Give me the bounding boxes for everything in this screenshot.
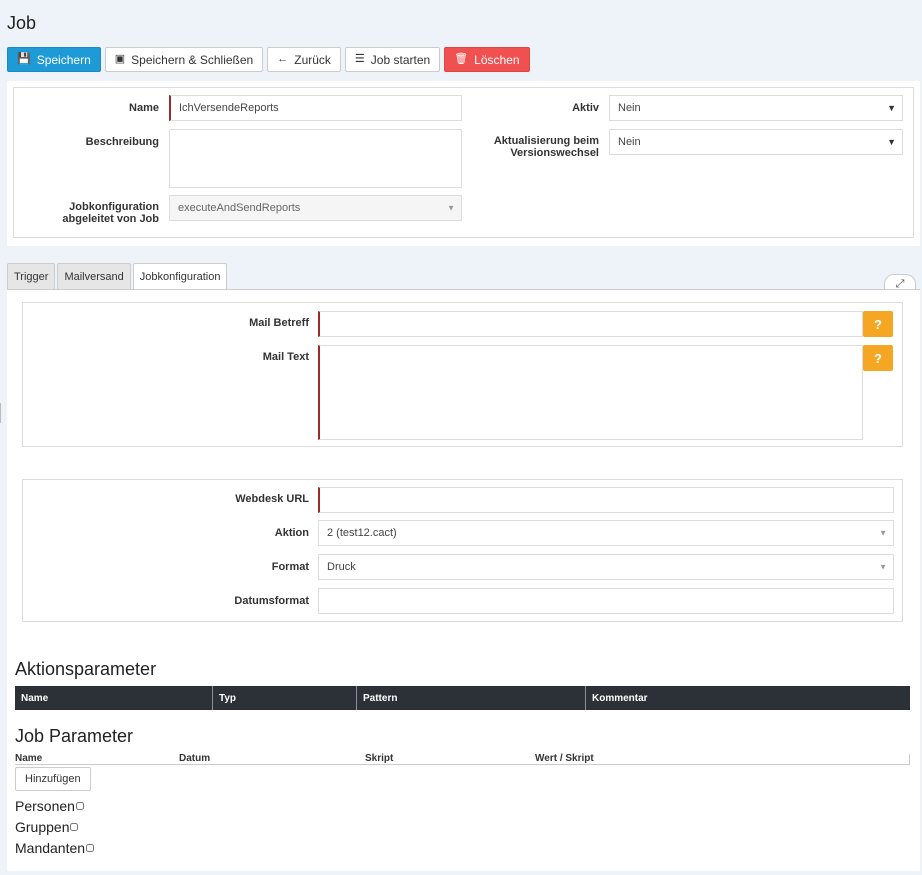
- caret-down-icon: ▼: [879, 562, 887, 572]
- jobconfig-label: Jobkonfiguration abgeleitet von Job: [40, 201, 159, 225]
- delete-button-label: Löschen: [474, 52, 520, 67]
- webdesk-url-label: Webdesk URL: [235, 493, 309, 505]
- mail-text-label: Mail Text: [262, 351, 309, 363]
- column-header[interactable]: Pattern: [357, 686, 586, 710]
- jobparameter-title: Job Parameter: [15, 726, 134, 746]
- tab-bar: Trigger Mailversand Jobkonfiguration: [7, 263, 228, 290]
- column-header: Wert / Skript: [535, 753, 594, 764]
- name-input[interactable]: IchVersendeReports: [169, 95, 462, 121]
- aktionsparameter-title: Aktionsparameter: [15, 659, 157, 679]
- aktiv-select[interactable]: Nein ▼: [609, 95, 903, 121]
- floppy-disk-icon: 💾: [17, 53, 31, 65]
- column-header: Datum: [179, 753, 211, 764]
- format-select-value: Druck: [327, 561, 356, 573]
- update-select[interactable]: Nein ▼: [609, 129, 903, 155]
- action-select-value: 2 (test12.cact): [327, 527, 397, 539]
- personen-label: Personen: [15, 798, 75, 814]
- column-header[interactable]: Typ: [213, 686, 357, 710]
- format-label: Format: [271, 561, 309, 573]
- personen-checkbox[interactable]: [75, 802, 84, 810]
- save-close-button[interactable]: ▣ Speichern & Schließen: [104, 47, 264, 72]
- archive-icon: ▣: [114, 53, 126, 65]
- name-input-value: IchVersendeReports: [179, 102, 279, 114]
- mail-subject-help-button[interactable]: ?: [863, 311, 893, 337]
- save-button[interactable]: 💾 Speichern: [7, 47, 101, 72]
- save-close-button-label: Speichern & Schließen: [131, 52, 254, 67]
- mail-subject-label: Mail Betreff: [249, 317, 309, 329]
- column-header[interactable]: Kommentar: [586, 686, 910, 710]
- date-format-input[interactable]: [318, 588, 894, 614]
- tasks-icon: ☰: [354, 53, 365, 65]
- jobparameter-table-header: Name Datum Skript Wert / Skript: [15, 754, 910, 765]
- mandanten-checkbox[interactable]: [86, 844, 95, 852]
- back-button[interactable]: ← Zurück: [267, 47, 341, 72]
- mail-text-textarea[interactable]: [318, 345, 863, 440]
- column-header[interactable]: Name: [15, 686, 213, 710]
- aktiv-label: Aktiv: [572, 102, 599, 114]
- date-format-label: Datumsformat: [234, 595, 309, 607]
- action-label: Aktion: [274, 527, 309, 539]
- caret-down-icon: ▼: [887, 103, 896, 113]
- update-label-line2: Versionswechsel: [510, 147, 599, 159]
- tab-mailversand[interactable]: Mailversand: [57, 263, 131, 289]
- toolbar: 💾 Speichern ▣ Speichern & Schließen ← Zu…: [7, 47, 530, 72]
- tab-jobkonfiguration[interactable]: Jobkonfiguration: [132, 263, 228, 290]
- mail-subject-input[interactable]: [318, 311, 863, 337]
- update-select-value: Nein: [618, 136, 641, 148]
- aktionsparameter-table-header: Name Typ Pattern Kommentar: [15, 686, 910, 710]
- caret-down-icon: ▼: [879, 528, 887, 538]
- gruppen-label: Gruppen: [15, 819, 70, 835]
- add-parameter-button[interactable]: Hinzufügen: [15, 767, 91, 791]
- page-title: Job: [7, 13, 37, 33]
- save-button-label: Speichern: [36, 52, 91, 67]
- update-label: Aktualisierung beim Versionswechsel: [470, 135, 599, 159]
- tab-trigger[interactable]: Trigger: [7, 263, 56, 289]
- column-header: Name: [15, 753, 43, 764]
- name-label: Name: [129, 102, 159, 114]
- mandanten-row: Mandanten: [15, 840, 95, 856]
- caret-down-icon: ▼: [887, 137, 896, 147]
- jobconfig-label-line2: abgeleitet von Job: [62, 213, 159, 225]
- caret-down-icon: ▼: [447, 203, 455, 213]
- jobconfig-select-value: executeAndSendReports: [178, 202, 301, 214]
- start-job-button[interactable]: ☰ Job starten: [344, 47, 441, 72]
- mail-text-help-button[interactable]: ?: [863, 345, 893, 371]
- format-select[interactable]: Druck ▼: [318, 554, 894, 580]
- trash-icon: 🗑: [454, 53, 469, 65]
- description-textarea[interactable]: [169, 129, 462, 188]
- jobconfig-select[interactable]: executeAndSendReports ▼: [169, 195, 462, 221]
- jobconfig-label-line1: Jobkonfiguration: [69, 201, 159, 213]
- start-job-button-label: Job starten: [370, 52, 431, 67]
- personen-row: Personen: [15, 798, 84, 814]
- mandanten-label: Mandanten: [15, 840, 86, 856]
- delete-button[interactable]: 🗑 Löschen: [444, 47, 530, 72]
- webdesk-url-input[interactable]: [318, 487, 894, 513]
- aktiv-select-value: Nein: [618, 102, 641, 114]
- gruppen-checkbox[interactable]: [70, 823, 79, 831]
- update-label-line1: Aktualisierung beim: [493, 135, 599, 147]
- action-select[interactable]: 2 (test12.cact) ▼: [318, 520, 894, 546]
- back-button-label: Zurück: [294, 52, 331, 67]
- description-label: Beschreibung: [85, 136, 159, 148]
- column-header: Skript: [365, 753, 394, 764]
- gruppen-row: Gruppen: [15, 819, 79, 835]
- arrow-left-icon: ←: [277, 53, 289, 65]
- sidebar-handle[interactable]: [0, 403, 2, 423]
